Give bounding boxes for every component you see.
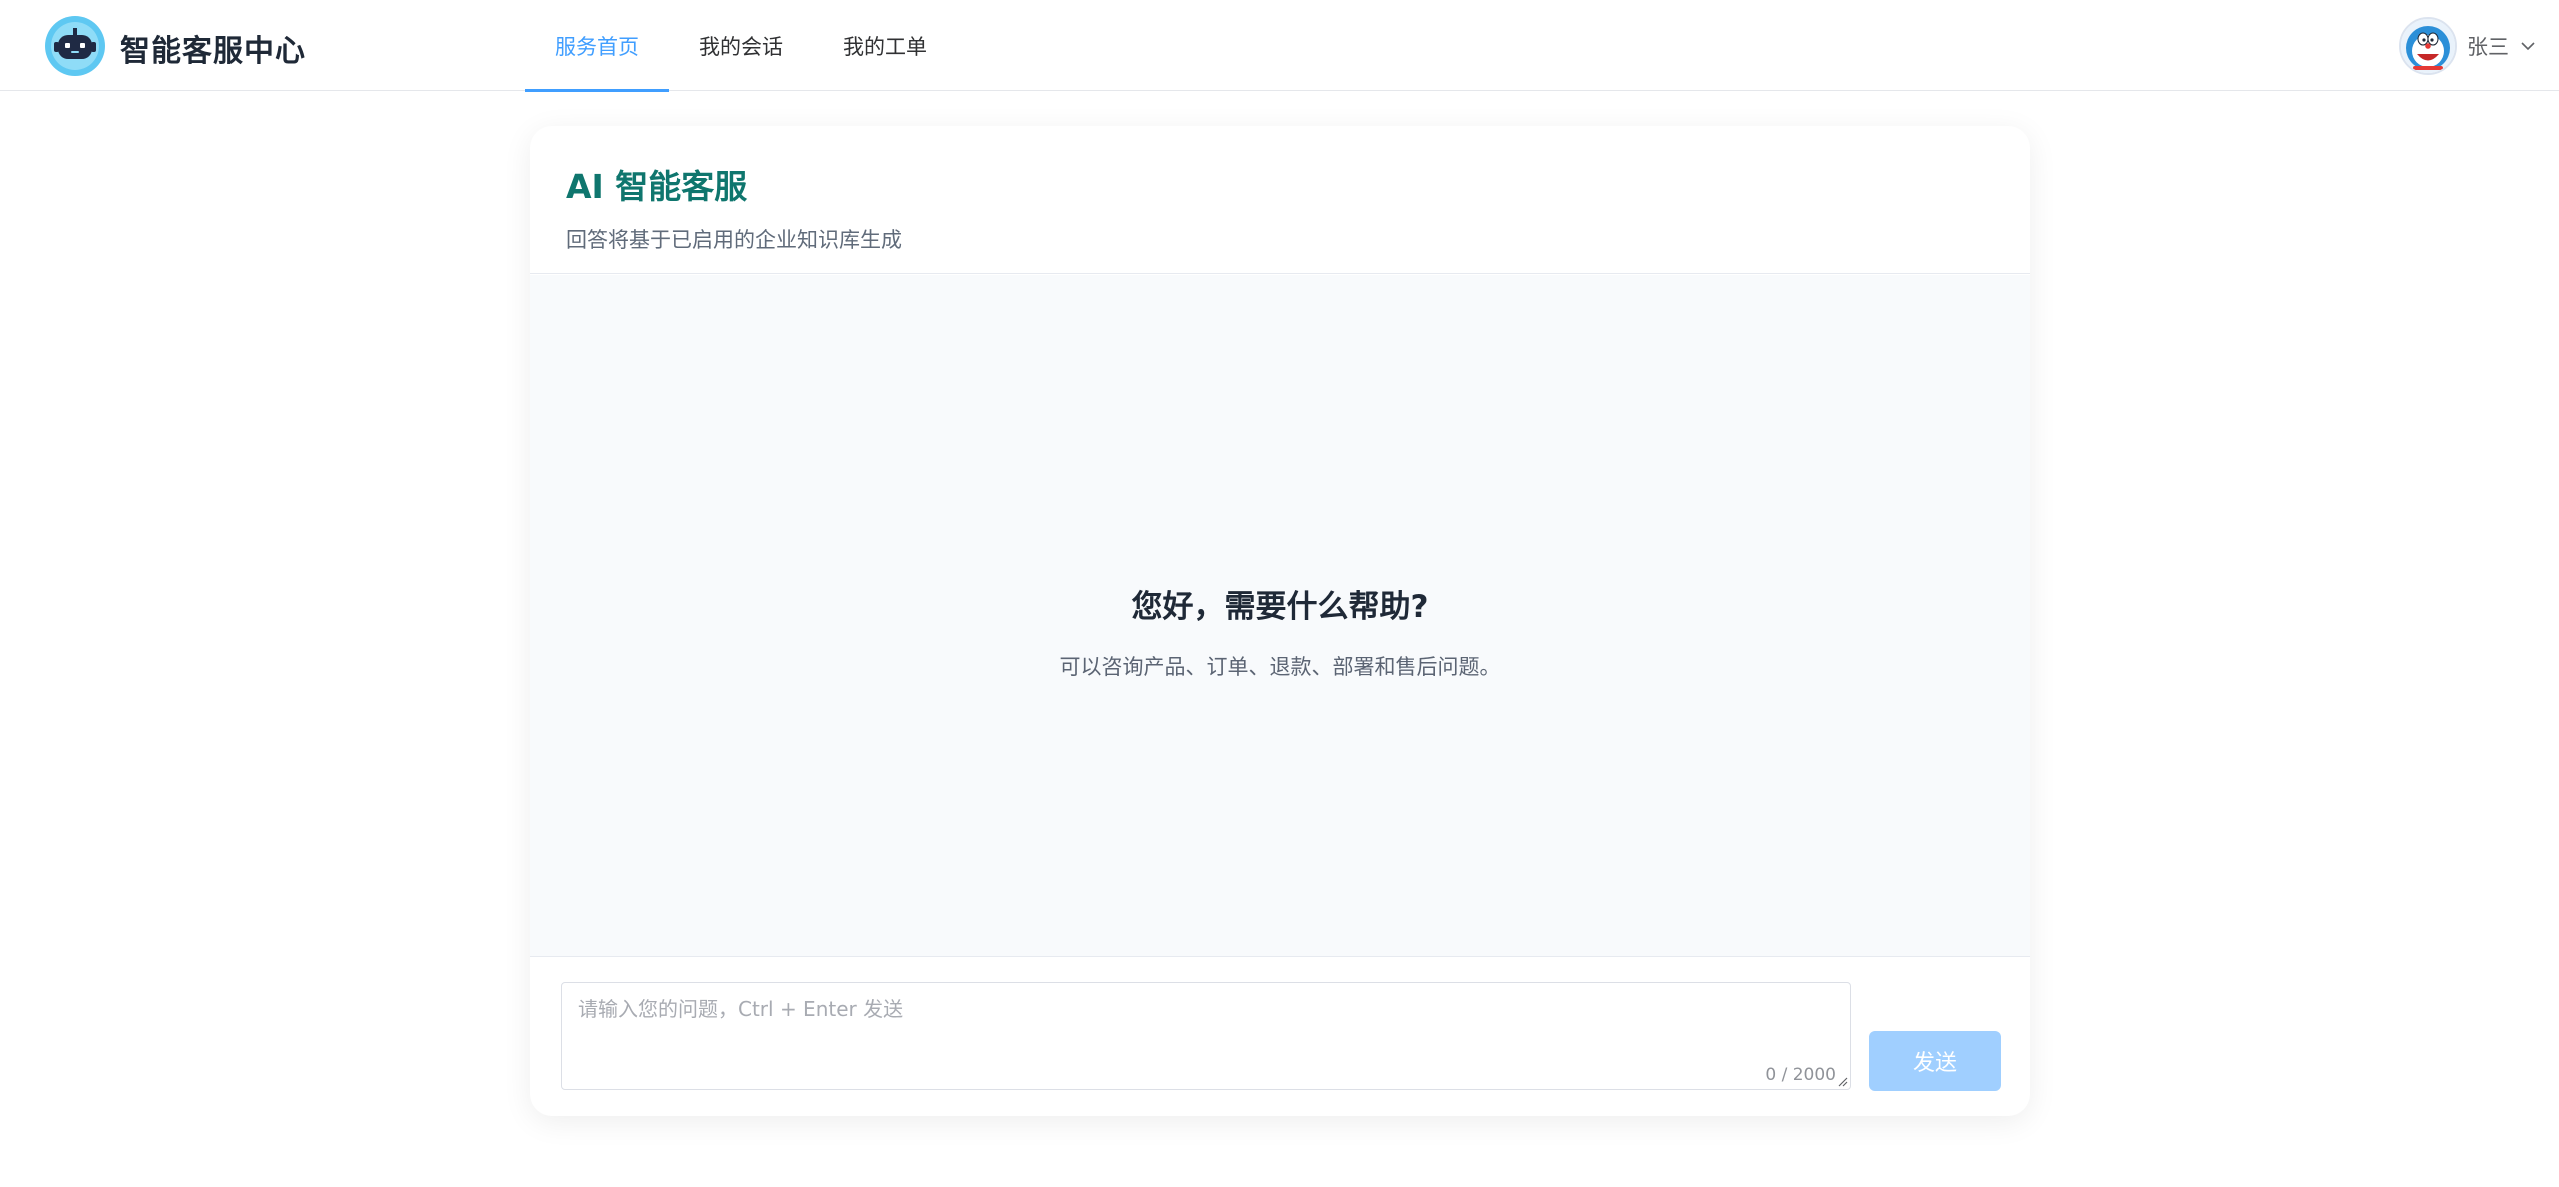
avatar-image bbox=[2401, 19, 2455, 73]
resize-handle-icon[interactable] bbox=[1836, 1075, 1848, 1087]
char-counter: 0 / 2000 bbox=[1765, 1065, 1836, 1085]
robot-icon[interactable] bbox=[44, 15, 106, 77]
chat-messages-area[interactable]: 您好，需要什么帮助? 可以咨询产品、订单、退款、部署和售后问题。 bbox=[530, 275, 2030, 957]
nav-tab-label: 我的会话 bbox=[699, 34, 783, 59]
brand-title: 智能客服中心 bbox=[120, 34, 306, 69]
user-menu[interactable]: 张三 bbox=[2399, 17, 2537, 75]
nav-tab-my-tickets[interactable]: 我的工单 bbox=[813, 0, 957, 91]
user-name: 张三 bbox=[2467, 35, 2509, 59]
nav-tab-my-sessions[interactable]: 我的会话 bbox=[669, 0, 813, 91]
chevron-down-icon[interactable] bbox=[2519, 37, 2537, 55]
card-title: AI 智能客服 bbox=[566, 167, 748, 206]
nav-tab-label: 我的工单 bbox=[843, 34, 927, 59]
avatar[interactable] bbox=[2399, 17, 2457, 75]
main-nav: 服务首页 我的会话 我的工单 bbox=[525, 0, 957, 92]
card-header: AI 智能客服 回答将基于已启用的企业知识库生成 bbox=[530, 126, 2030, 274]
nav-tab-label: 服务首页 bbox=[555, 34, 639, 59]
nav-tab-home[interactable]: 服务首页 bbox=[525, 0, 669, 92]
message-input-wrapper: 0 / 2000 bbox=[561, 982, 1851, 1090]
send-button[interactable]: 发送 bbox=[1869, 1031, 2001, 1091]
card-subtitle: 回答将基于已启用的企业知识库生成 bbox=[566, 228, 902, 252]
message-input[interactable] bbox=[562, 983, 1850, 1089]
chat-card: AI 智能客服 回答将基于已启用的企业知识库生成 您好，需要什么帮助? 可以咨询… bbox=[530, 126, 2030, 1116]
welcome-subtitle: 可以咨询产品、订单、退款、部署和售后问题。 bbox=[1059, 655, 1501, 679]
top-header: 智能客服中心 服务首页 我的会话 我的工单 张三 bbox=[0, 0, 2559, 92]
welcome-title: 您好，需要什么帮助? bbox=[1131, 589, 1429, 625]
